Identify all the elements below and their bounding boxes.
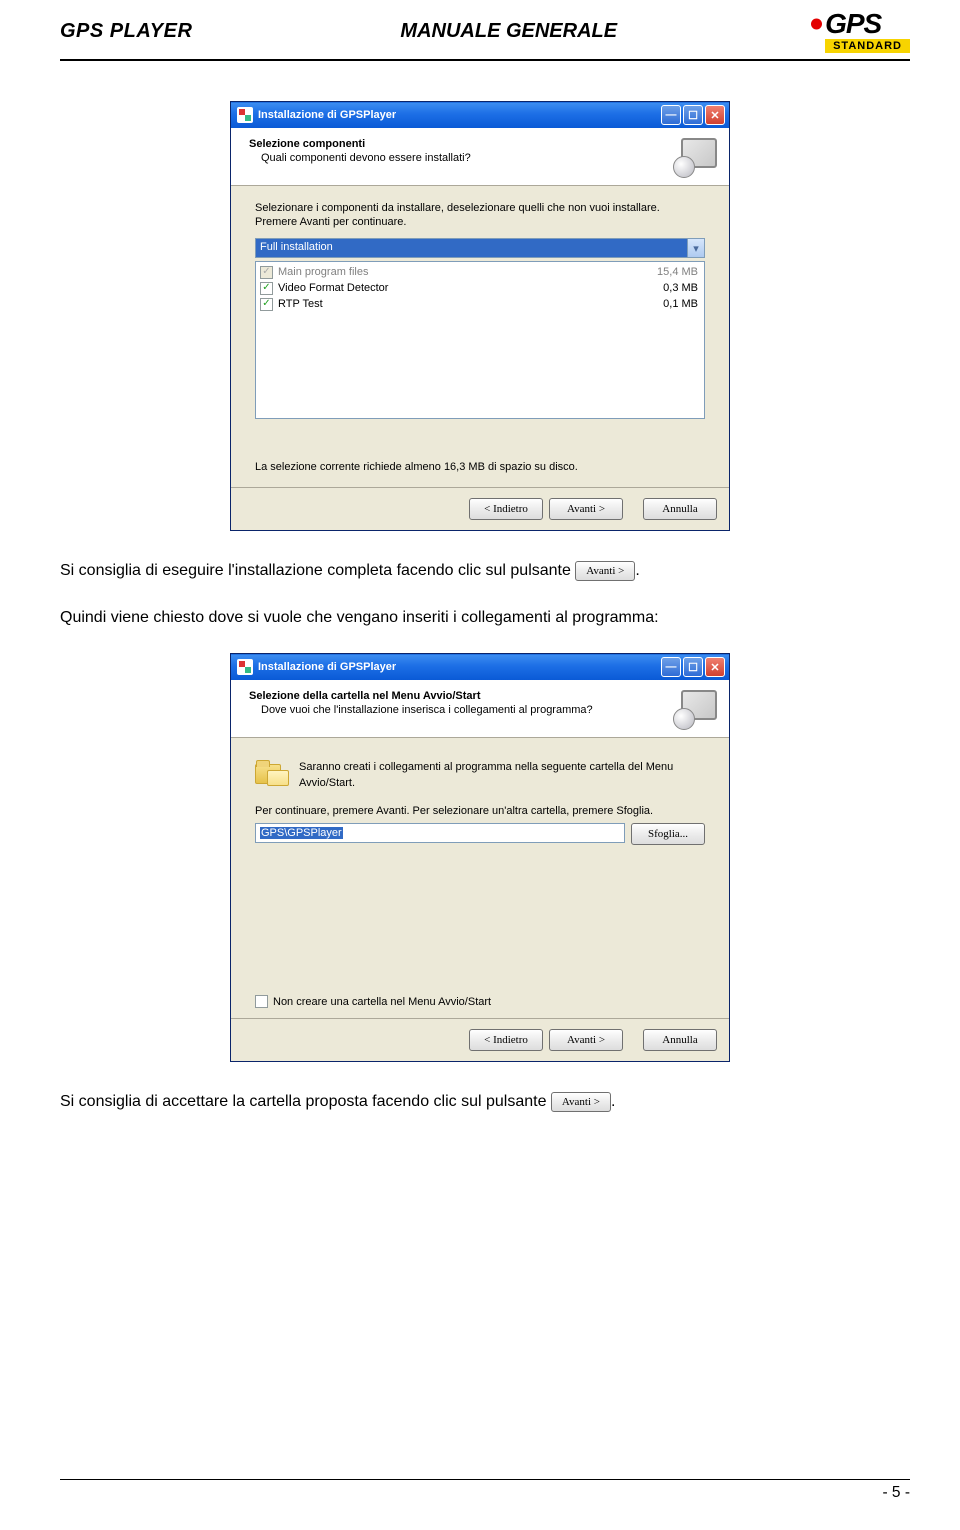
- inline-next-button: Avanti >: [551, 1092, 611, 1112]
- app-icon: [237, 107, 253, 123]
- dropdown-value: Full installation: [256, 239, 687, 257]
- installer-icon: [673, 138, 717, 178]
- window-title: Installazione di GPSPlayer: [258, 661, 661, 673]
- titlebar: Installazione di GPSPlayer — ☐ ✕: [231, 102, 729, 128]
- page-number: - 5 -: [60, 1484, 910, 1502]
- wizard-subtitle: Dove vuoi che l'installazione inserisca …: [249, 704, 593, 716]
- list-item[interactable]: ✓ Video Format Detector 0,3 MB: [260, 280, 700, 296]
- maximize-button[interactable]: ☐: [683, 657, 703, 677]
- list-item[interactable]: ✓ Main program files 15,4 MB: [260, 264, 700, 280]
- inline-next-button: Avanti >: [575, 561, 635, 581]
- list-item-size: 0,1 MB: [663, 296, 700, 312]
- checkbox-icon[interactable]: ✓: [260, 298, 273, 311]
- button-row: < Indietro Avanti > Annulla: [231, 1018, 729, 1061]
- list-item[interactable]: ✓ RTP Test 0,1 MB: [260, 296, 700, 312]
- next-button[interactable]: Avanti >: [549, 1029, 623, 1051]
- minimize-button[interactable]: —: [661, 105, 681, 125]
- installer-dialog-components: Installazione di GPSPlayer — ☐ ✕ Selezio…: [230, 101, 730, 531]
- path-input[interactable]: GPS\GPSPlayer: [255, 823, 625, 843]
- wizard-header: Selezione componenti Quali componenti de…: [231, 128, 729, 186]
- instruction-line-1: Selezionare i componenti da installare, …: [255, 202, 705, 214]
- logo-text-bottom: STANDARD: [825, 39, 910, 53]
- body-paragraph-3: Si consiglia di accettare la cartella pr…: [60, 1090, 900, 1113]
- close-button[interactable]: ✕: [705, 105, 725, 125]
- button-row: < Indietro Avanti > Annulla: [231, 487, 729, 530]
- header-left: GPS PLAYER: [60, 20, 192, 43]
- para3-text-b: .: [611, 1093, 615, 1110]
- list-item-label: Video Format Detector: [278, 280, 663, 296]
- page-header: GPS PLAYER MANUALE GENERALE GPS STANDARD: [0, 0, 960, 59]
- list-item-label: RTP Test: [278, 296, 663, 312]
- body-paragraph-2: Quindi viene chiesto dove si vuole che v…: [60, 606, 900, 629]
- titlebar: Installazione di GPSPlayer — ☐ ✕: [231, 654, 729, 680]
- installer-dialog-startmenu: Installazione di GPSPlayer — ☐ ✕ Selezio…: [230, 653, 730, 1062]
- disk-space-note: La selezione corrente richiede almeno 16…: [255, 461, 705, 473]
- wizard-subtitle: Quali componenti devono essere installat…: [249, 152, 471, 164]
- para1-text-b: .: [635, 562, 639, 579]
- app-icon: [237, 659, 253, 675]
- para1-text-a: Si consiglia di eseguire l'installazione…: [60, 562, 575, 579]
- chevron-down-icon[interactable]: ▾: [687, 239, 704, 257]
- wizard-title: Selezione componenti: [249, 138, 471, 150]
- browse-button[interactable]: Sfoglia...: [631, 823, 705, 845]
- header-center: MANUALE GENERALE: [400, 20, 617, 43]
- maximize-button[interactable]: ☐: [683, 105, 703, 125]
- no-create-checkbox-row[interactable]: Non creare una cartella nel Menu Avvio/S…: [255, 995, 705, 1008]
- info-row: Saranno creati i collegamenti al program…: [255, 758, 705, 791]
- cancel-button[interactable]: Annulla: [643, 498, 717, 520]
- components-listbox: ✓ Main program files 15,4 MB ✓ Video For…: [255, 261, 705, 419]
- checkbox-icon: ✓: [260, 266, 273, 279]
- page-footer: - 5 -: [60, 1479, 910, 1502]
- path-value: GPS\GPSPlayer: [260, 827, 343, 839]
- install-type-dropdown[interactable]: Full installation ▾: [255, 238, 705, 258]
- close-button[interactable]: ✕: [705, 657, 725, 677]
- list-item-size: 0,3 MB: [663, 280, 700, 296]
- next-button[interactable]: Avanti >: [549, 498, 623, 520]
- folder-icon: [255, 758, 289, 786]
- back-button[interactable]: < Indietro: [469, 1029, 543, 1051]
- checkbox-icon[interactable]: [255, 995, 268, 1008]
- wizard-header: Selezione della cartella nel Menu Avvio/…: [231, 680, 729, 738]
- instruction-line-2: Premere Avanti per continuare.: [255, 216, 705, 228]
- installer-icon: [673, 690, 717, 730]
- window-title: Installazione di GPSPlayer: [258, 109, 661, 121]
- logo: GPS STANDARD: [825, 10, 910, 53]
- back-button[interactable]: < Indietro: [469, 498, 543, 520]
- logo-text-top: GPS: [825, 10, 881, 38]
- list-item-label: Main program files: [278, 264, 657, 280]
- checkbox-icon[interactable]: ✓: [260, 282, 273, 295]
- footer-rule: [60, 1479, 910, 1480]
- no-create-label: Non creare una cartella nel Menu Avvio/S…: [273, 996, 491, 1008]
- cancel-button[interactable]: Annulla: [643, 1029, 717, 1051]
- list-item-size: 15,4 MB: [657, 264, 700, 280]
- para3-text-a: Si consiglia di accettare la cartella pr…: [60, 1093, 551, 1110]
- body-paragraph-1: Si consiglia di eseguire l'installazione…: [60, 559, 900, 582]
- info-text: Saranno creati i collegamenti al program…: [299, 758, 705, 791]
- minimize-button[interactable]: —: [661, 657, 681, 677]
- wizard-title: Selezione della cartella nel Menu Avvio/…: [249, 690, 593, 702]
- continue-text: Per continuare, premere Avanti. Per sele…: [255, 805, 705, 817]
